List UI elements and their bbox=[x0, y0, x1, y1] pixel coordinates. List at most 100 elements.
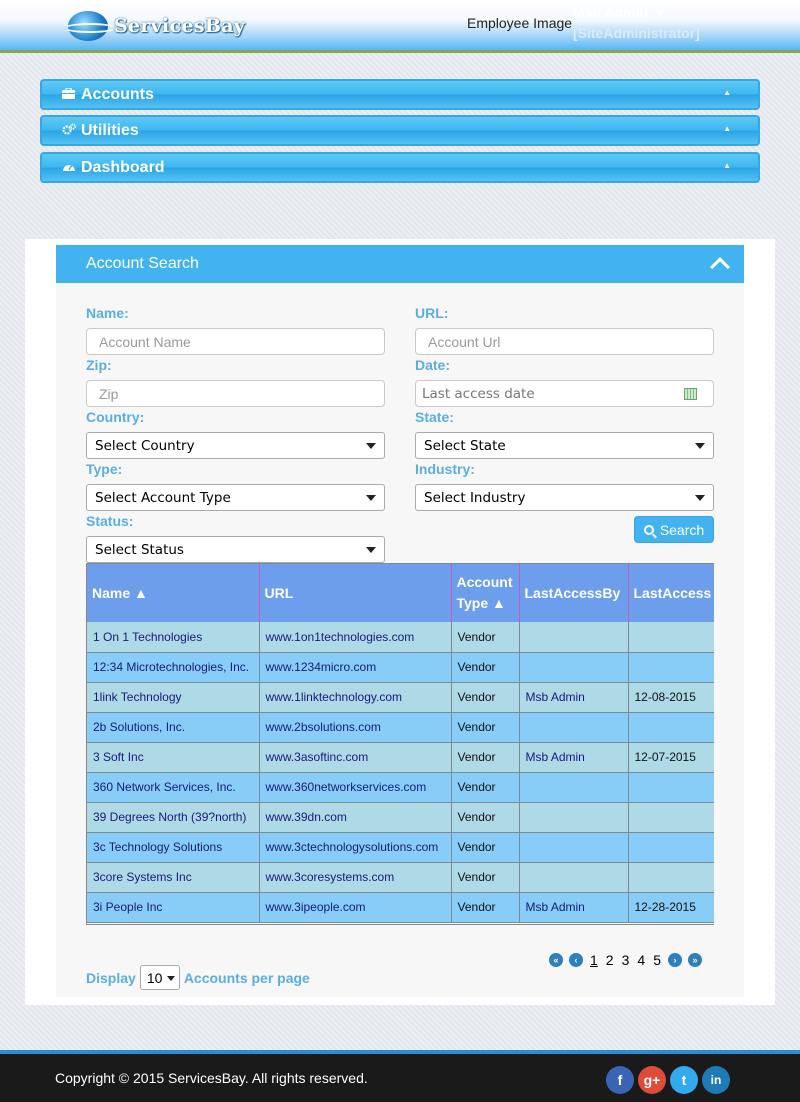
google-plus-icon[interactable]: g+ bbox=[638, 1066, 666, 1094]
cell-url[interactable]: www.3ipeople.com bbox=[259, 892, 452, 923]
table-row[interactable]: 3 Soft Inc www.3asoftinc.com Vendor Msb … bbox=[87, 742, 714, 773]
user-menu[interactable]: Msb Admin ∨ bbox=[573, 4, 665, 20]
caret-up-icon: ▲ bbox=[723, 124, 731, 133]
column-header-name[interactable]: Name ▲ bbox=[87, 564, 260, 622]
next-page-icon[interactable]: › bbox=[667, 953, 682, 967]
previous-page-icon[interactable]: ‹ bbox=[569, 953, 583, 967]
employee-image: Employee Image bbox=[467, 15, 573, 31]
cell-url[interactable]: www.360networkservices.com bbox=[259, 772, 452, 803]
column-header-url[interactable]: URL bbox=[259, 564, 452, 622]
account-name-input[interactable] bbox=[86, 328, 385, 355]
page-size-select[interactable]: 10 bbox=[139, 965, 180, 990]
type-label: Type: bbox=[86, 461, 123, 477]
user-role: [SiteAdministrator] bbox=[573, 25, 700, 41]
page-link-2[interactable]: 2 bbox=[606, 952, 614, 968]
dropdown-arrow-icon bbox=[695, 443, 705, 449]
cell-last-access: 12-07-2015 bbox=[628, 742, 714, 773]
cell-type: Vendor bbox=[451, 682, 520, 713]
industry-select[interactable]: Select Industry bbox=[415, 484, 714, 511]
cell-url[interactable]: www.3coresystems.com bbox=[259, 862, 452, 893]
logo[interactable]: ServicesBay bbox=[64, 11, 245, 41]
dropdown-arrow-icon bbox=[366, 547, 376, 553]
nav-utilities[interactable]: Utilities ▲ bbox=[40, 115, 760, 146]
globe-logo-icon bbox=[64, 11, 116, 41]
table-row[interactable]: 1link Technology www.1linktechnology.com… bbox=[87, 682, 714, 713]
name-label: Name: bbox=[86, 305, 129, 321]
chevron-down-icon: ∨ bbox=[654, 6, 665, 18]
cell-name[interactable]: 3i People Inc bbox=[87, 892, 260, 923]
cell-last-access bbox=[628, 832, 714, 863]
twitter-icon[interactable]: t bbox=[670, 1066, 698, 1094]
account-type-select-value: Select Account Type bbox=[95, 489, 231, 506]
cell-url[interactable]: www.1linktechnology.com bbox=[259, 682, 452, 713]
cell-name[interactable]: 3core Systems Inc bbox=[87, 862, 260, 893]
cell-type: Vendor bbox=[451, 802, 520, 833]
cell-type: Vendor bbox=[451, 772, 520, 803]
cell-last-access bbox=[628, 802, 714, 833]
column-header-account-type[interactable]: Account Type ▲ bbox=[451, 564, 520, 622]
chevron-up-icon[interactable] bbox=[710, 254, 728, 272]
cell-last-access-by bbox=[519, 772, 629, 803]
column-header-last-access[interactable]: LastAccess bbox=[628, 564, 714, 622]
cell-url[interactable]: www.3ctechnologysolutions.com bbox=[259, 832, 452, 863]
table-row[interactable]: 39 Degrees North (39?north) www.39dn.com… bbox=[87, 802, 714, 833]
nav-accounts[interactable]: Accounts ▲ bbox=[40, 79, 760, 110]
cell-type: Vendor bbox=[451, 832, 520, 863]
page-link-5[interactable]: 5 bbox=[653, 952, 661, 968]
footer: Copyright © 2015 ServicesBay. All rights… bbox=[0, 1050, 800, 1102]
panel-title: Account Search bbox=[86, 255, 199, 272]
account-type-select[interactable]: Select Account Type bbox=[86, 484, 385, 511]
cell-name[interactable]: 39 Degrees North (39?north) bbox=[87, 802, 260, 833]
last-access-date-input[interactable]: Last access date bbox=[415, 380, 714, 407]
nav-accounts-label: Accounts bbox=[81, 85, 154, 103]
first-page-icon[interactable]: « bbox=[549, 953, 563, 967]
cell-url[interactable]: www.1on1technologies.com bbox=[259, 622, 452, 653]
cell-type: Vendor bbox=[451, 742, 520, 773]
search-button[interactable]: Search bbox=[634, 516, 714, 543]
table-row[interactable]: 1 On 1 Technologies www.1on1technologies… bbox=[87, 622, 714, 653]
cell-url[interactable]: www.2bsolutions.com bbox=[259, 712, 452, 743]
cell-url[interactable]: www.3asoftinc.com bbox=[259, 742, 452, 773]
calendar-icon[interactable] bbox=[684, 388, 697, 400]
nav-dashboard[interactable]: Dashboard ▲ bbox=[40, 152, 760, 183]
page-link-1[interactable]: 1 bbox=[590, 952, 598, 968]
page-link-3[interactable]: 3 bbox=[622, 952, 630, 968]
zip-input[interactable] bbox=[86, 380, 385, 407]
cell-name[interactable]: 1 On 1 Technologies bbox=[87, 622, 260, 653]
column-header-last-access-by[interactable]: LastAccessBy bbox=[519, 564, 629, 622]
page-link-4[interactable]: 4 bbox=[637, 952, 645, 968]
cell-name[interactable]: 2b Solutions, Inc. bbox=[87, 712, 260, 743]
cell-name[interactable]: 1link Technology bbox=[87, 682, 260, 713]
state-label: State: bbox=[415, 409, 454, 425]
cell-url[interactable]: www.39dn.com bbox=[259, 802, 452, 833]
table-row[interactable]: 3core Systems Inc www.3coresystems.com V… bbox=[87, 862, 714, 893]
cell-last-access-by bbox=[519, 862, 629, 893]
search-icon bbox=[643, 524, 654, 535]
page-size-control: Display 10 Accounts per page bbox=[86, 965, 310, 990]
accounts-grid: Name ▲ URL Account Type ▲ LastAccessBy L… bbox=[86, 563, 714, 925]
copyright-text: Copyright © 2015 ServicesBay. All rights… bbox=[55, 1070, 368, 1086]
cell-name[interactable]: 3c Technology Solutions bbox=[87, 832, 260, 863]
table-row[interactable]: 3c Technology Solutions www.3ctechnology… bbox=[87, 832, 714, 863]
cell-url[interactable]: www.1234micro.com bbox=[259, 652, 452, 683]
cell-name[interactable]: 360 Network Services, Inc. bbox=[87, 772, 260, 803]
cell-name[interactable]: 12:34 Microtechnologies, Inc. bbox=[87, 652, 260, 683]
status-label: Status: bbox=[86, 513, 134, 529]
table-row[interactable]: 12:34 Microtechnologies, Inc. www.1234mi… bbox=[87, 652, 714, 683]
cell-last-access bbox=[628, 652, 714, 683]
table-row[interactable]: 3i People Inc www.3ipeople.com Vendor Ms… bbox=[87, 892, 714, 923]
country-select[interactable]: Select Country bbox=[86, 432, 385, 459]
briefcase-icon bbox=[62, 87, 76, 102]
linkedin-icon[interactable]: in bbox=[702, 1066, 730, 1094]
status-select[interactable]: Select Status bbox=[86, 536, 385, 563]
pagination: « ‹ 1 2 3 4 5 › » bbox=[546, 950, 705, 970]
facebook-icon[interactable]: f bbox=[606, 1066, 634, 1094]
state-select[interactable]: Select State bbox=[415, 432, 714, 459]
last-page-icon[interactable]: » bbox=[687, 953, 702, 967]
cell-last-access bbox=[628, 772, 714, 803]
table-row[interactable]: 2b Solutions, Inc. www.2bsolutions.com V… bbox=[87, 712, 714, 743]
cell-name[interactable]: 3 Soft Inc bbox=[87, 742, 260, 773]
account-url-input[interactable] bbox=[415, 328, 714, 355]
account-search-header[interactable]: Account Search bbox=[56, 245, 744, 283]
table-row[interactable]: 360 Network Services, Inc. www.360networ… bbox=[87, 772, 714, 803]
